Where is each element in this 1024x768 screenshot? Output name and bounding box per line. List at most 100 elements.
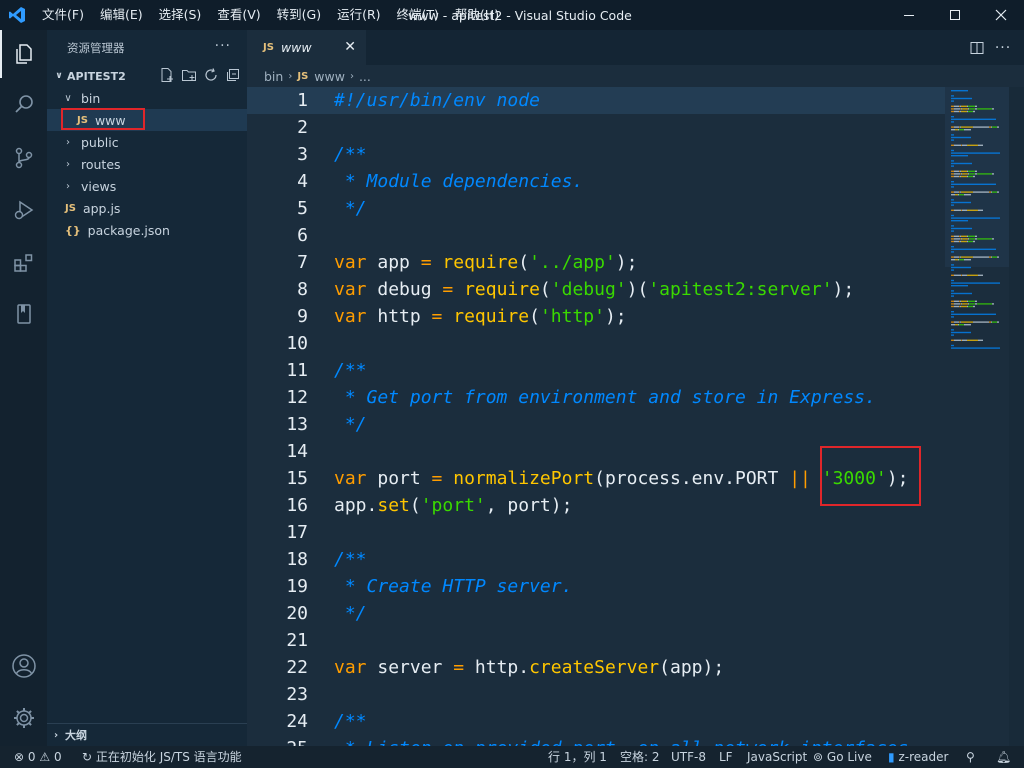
minimap-stroke (951, 290, 954, 292)
tree-item-routes[interactable]: › routes (47, 153, 247, 175)
code-line[interactable]: 21 (247, 627, 945, 654)
project-folder-header[interactable]: ∨ APITEST2 (47, 65, 247, 87)
code-line[interactable]: 14 (247, 438, 945, 465)
code-line[interactable]: 25 * Listen on provided port, on all net… (247, 735, 945, 746)
tree-item-package-json[interactable]: {} package.json (47, 219, 247, 241)
minimap-stroke (951, 209, 954, 211)
minimap-stroke (951, 186, 954, 188)
z-reader-status[interactable]: ▮ z-reader (888, 746, 948, 768)
indentation[interactable]: 空格: 2 (620, 746, 660, 768)
code-line[interactable]: 5 */ (247, 195, 945, 222)
code-line[interactable]: 22 var server = http.createServer(app); (247, 654, 945, 681)
eol[interactable]: LF (719, 746, 733, 768)
minimap-stroke (954, 144, 961, 146)
code-line[interactable]: 10 (247, 330, 945, 357)
search-icon[interactable] (0, 80, 47, 128)
tree-item-app-js[interactable]: JS app.js (47, 197, 247, 219)
code-line[interactable]: 2 (247, 114, 945, 141)
minimap-stroke (951, 183, 996, 185)
minimap-stroke (967, 170, 968, 172)
encoding[interactable]: UTF-8 (671, 746, 706, 768)
feedback-icon[interactable]: ⚲ (966, 746, 975, 768)
minimap-stroke (951, 225, 954, 227)
code-line[interactable]: 17 (247, 519, 945, 546)
close-window-button[interactable] (978, 0, 1024, 30)
problems-indicator[interactable]: ⊗ 0 ⚠ 0 (14, 746, 62, 768)
code-line[interactable]: 23 (247, 681, 945, 708)
minimap-stroke (975, 170, 977, 172)
notifications-bell-icon[interactable]: 🔔︎ (996, 746, 1011, 768)
code-line[interactable]: 6 (247, 222, 945, 249)
code-line[interactable]: 13 */ (247, 411, 945, 438)
minimap-stroke (959, 259, 964, 261)
source-control-icon[interactable] (0, 134, 47, 182)
go-live-label: Go Live (826, 750, 872, 764)
tree-item-views[interactable]: › views (47, 175, 247, 197)
code-line[interactable]: 16 app.set('port', port); (247, 492, 945, 519)
more-editor-actions-icon[interactable]: ··· (990, 30, 1016, 65)
breadcrumb-item[interactable]: www (314, 69, 345, 84)
code-line[interactable]: 8 var debug = require('debug')('apitest2:… (247, 276, 945, 303)
minimize-button[interactable] (886, 0, 932, 30)
minimap-stroke (969, 238, 975, 240)
minimap-stroke (954, 209, 961, 211)
outline-section[interactable]: › 大纲 (47, 723, 247, 746)
run-debug-icon[interactable] (0, 186, 47, 234)
code-line[interactable]: 15 var port = normalizePort(process.env.P… (247, 465, 945, 492)
minimap-stroke (962, 303, 968, 305)
extensions-icon[interactable] (0, 238, 47, 286)
minimap-stroke (967, 105, 968, 107)
tree-item-public[interactable]: › public (47, 131, 247, 153)
minimap-stroke (961, 300, 967, 302)
code-line[interactable]: 12 * Get port from environment and store… (247, 384, 945, 411)
cursor-position[interactable]: 行 1，列 1 (548, 746, 607, 768)
breadcrumb-item[interactable]: bin (264, 69, 283, 84)
tab-www[interactable]: JS www ✕ (247, 30, 366, 65)
code-editor[interactable]: 1 #!/usr/bin/env node 2 3/** 4 * Module depe… (247, 87, 945, 746)
menu-item[interactable]: 选择(S) (151, 0, 210, 30)
minimap-stroke (954, 339, 961, 341)
go-live-button[interactable]: ⊚ Go Live (813, 746, 872, 768)
code-token: require (442, 252, 519, 273)
minimap-stroke (955, 259, 958, 261)
minimap-stroke (989, 256, 991, 258)
code-line[interactable]: 7 var app = require('../app'); (247, 249, 945, 276)
code-line[interactable]: 24 /** (247, 708, 945, 735)
new-file-icon[interactable] (159, 67, 175, 86)
minimap-stroke (968, 108, 969, 110)
code-line[interactable]: 3 /** (247, 141, 945, 168)
code-line[interactable]: 1 #!/usr/bin/env node (247, 87, 945, 114)
code-token: debug (366, 279, 443, 300)
maximize-button[interactable] (932, 0, 978, 30)
code-line[interactable]: 11 /** (247, 357, 945, 384)
sync-icon: ↻ (82, 750, 93, 764)
account-icon[interactable] (0, 642, 47, 690)
refresh-icon[interactable] (203, 67, 219, 86)
code-line[interactable]: 18 /** (247, 546, 945, 573)
menu-item[interactable]: 查看(V) (209, 0, 268, 30)
editor-scrollbar[interactable] (1009, 87, 1024, 746)
language-mode[interactable]: JavaScript (747, 746, 807, 768)
split-editor-icon[interactable] (964, 30, 990, 65)
code-token: ); (832, 279, 855, 300)
close-tab-icon[interactable]: ✕ (344, 39, 356, 55)
code-line[interactable]: 19 * Create HTTP server. (247, 573, 945, 600)
code-line[interactable]: 4 * Module dependencies. (247, 168, 945, 195)
collapse-all-icon[interactable] (225, 67, 241, 86)
explorer-files-icon[interactable] (0, 30, 47, 78)
code-line[interactable]: 9 var http = require('http'); (247, 303, 945, 330)
menu-item[interactable]: 文件(F) (34, 0, 92, 30)
breadcrumb-item[interactable]: ... (359, 69, 371, 84)
z-reader-icon[interactable] (0, 290, 47, 338)
menu-item[interactable]: 编辑(E) (92, 0, 151, 30)
new-folder-icon[interactable] (181, 67, 197, 86)
code-line[interactable]: 20 */ (247, 600, 945, 627)
more-actions-icon[interactable]: ··· (215, 38, 231, 54)
tree-item-label: app.js (82, 200, 121, 216)
tree-item-bin[interactable]: ∨ bin (47, 87, 247, 109)
minimap[interactable] (945, 87, 1009, 746)
menu-item[interactable]: 转到(G) (269, 0, 329, 30)
tree-item-www[interactable]: JS www (47, 109, 247, 131)
code-text: */ (334, 195, 367, 222)
manage-gear-icon[interactable] (0, 694, 47, 742)
